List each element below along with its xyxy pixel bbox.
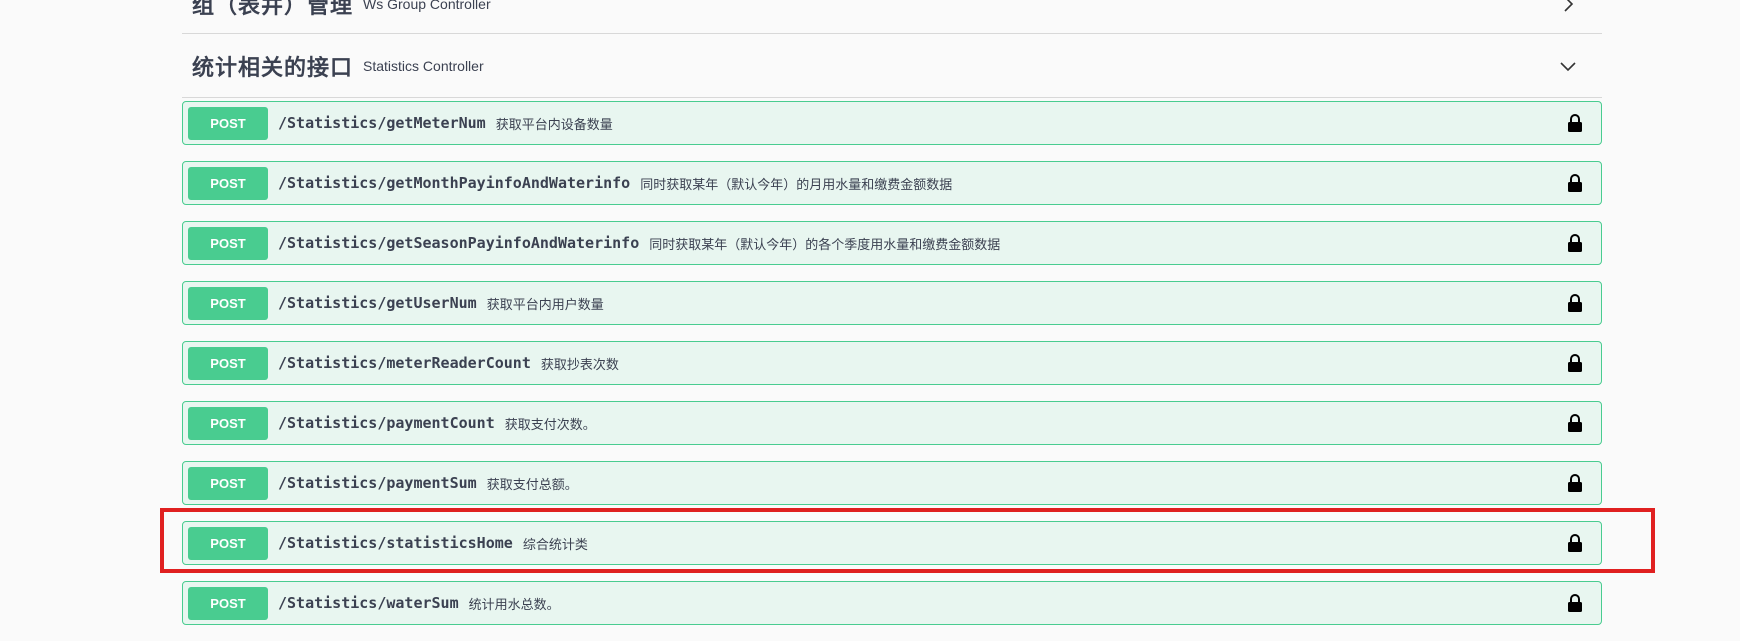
method-badge: POST <box>188 226 268 260</box>
method-badge: POST <box>188 586 268 620</box>
method-badge: POST <box>188 466 268 500</box>
chevron-down-icon[interactable] <box>1560 58 1576 74</box>
operation-path: /Statistics/paymentCount <box>278 414 495 432</box>
operation-row[interactable]: POST /Statistics/meterReaderCount 获取抄表次数 <box>182 341 1602 385</box>
operation-summary: 获取支付总额。 <box>486 477 578 493</box>
method-badge: POST <box>188 166 268 200</box>
operation-path: /Statistics/getUserNum <box>278 294 477 312</box>
operation-path: /Statistics/paymentSum <box>278 474 477 492</box>
operation-row[interactable]: POST /Statistics/getMonthPayinfoAndWater… <box>182 161 1602 205</box>
operation-path: /Statistics/getMonthPayinfoAndWaterinfo <box>278 174 631 192</box>
operation-row[interactable]: POST /Statistics/getUserNum 获取平台内用户数量 <box>182 281 1602 325</box>
operation-row[interactable]: POST /Statistics/getMeterNum 获取平台内设备数量 <box>182 101 1602 145</box>
lock-icon[interactable] <box>1567 353 1583 373</box>
operation-path: /Statistics/getMeterNum <box>278 114 486 132</box>
operation-summary: 获取支付次数。 <box>504 417 596 433</box>
operation-summary: 获取平台内用户数量 <box>486 297 604 313</box>
section-title: 统计相关的接口 <box>192 55 354 81</box>
operation-summary: 同时获取某年（默认今年）的月用水量和缴费金额数据 <box>640 177 953 193</box>
operation-row[interactable]: POST /Statistics/paymentCount 获取支付次数。 <box>182 401 1602 445</box>
operation-summary: 同时获取某年（默认今年）的各个季度用水量和缴费金额数据 <box>649 237 1001 253</box>
method-badge: POST <box>188 526 268 560</box>
section-ws-group-controller[interactable]: 组（表井）管理 Ws Group Controller <box>182 0 1602 34</box>
method-badge: POST <box>188 106 268 140</box>
operation-row[interactable]: POST /Statistics/getSeasonPayinfoAndWate… <box>182 221 1602 265</box>
section-statistics-controller[interactable]: 统计相关的接口 Statistics Controller <box>182 34 1602 98</box>
section-title: 组（表井）管理 <box>192 0 354 19</box>
method-badge: POST <box>188 286 268 320</box>
operation-path: /Statistics/getSeasonPayinfoAndWaterinfo <box>278 234 640 252</box>
lock-icon[interactable] <box>1567 593 1583 613</box>
operation-summary: 统计用水总数。 <box>468 597 560 613</box>
lock-icon[interactable] <box>1567 533 1583 553</box>
method-badge: POST <box>188 406 268 440</box>
section-description: Ws Group Controller <box>363 0 491 12</box>
operation-summary: 综合统计类 <box>522 537 588 553</box>
chevron-right-icon[interactable] <box>1560 0 1576 12</box>
operation-summary: 获取抄表次数 <box>540 357 619 373</box>
lock-icon[interactable] <box>1567 293 1583 313</box>
lock-icon[interactable] <box>1567 473 1583 493</box>
operation-path: /Statistics/meterReaderCount <box>278 354 531 372</box>
operation-path: /Statistics/waterSum <box>278 594 459 612</box>
lock-icon[interactable] <box>1567 233 1583 253</box>
operation-path: /Statistics/statisticsHome <box>278 534 513 552</box>
lock-icon[interactable] <box>1567 113 1583 133</box>
lock-icon[interactable] <box>1567 173 1583 193</box>
operation-row[interactable]: POST /Statistics/statisticsHome 综合统计类 <box>182 521 1602 565</box>
operation-row[interactable]: POST /Statistics/paymentSum 获取支付总额。 <box>182 461 1602 505</box>
operation-row[interactable]: POST /Statistics/waterSum 统计用水总数。 <box>182 581 1602 625</box>
method-badge: POST <box>188 346 268 380</box>
operation-summary: 获取平台内设备数量 <box>495 117 613 133</box>
section-description: Statistics Controller <box>363 57 484 74</box>
lock-icon[interactable] <box>1567 413 1583 433</box>
